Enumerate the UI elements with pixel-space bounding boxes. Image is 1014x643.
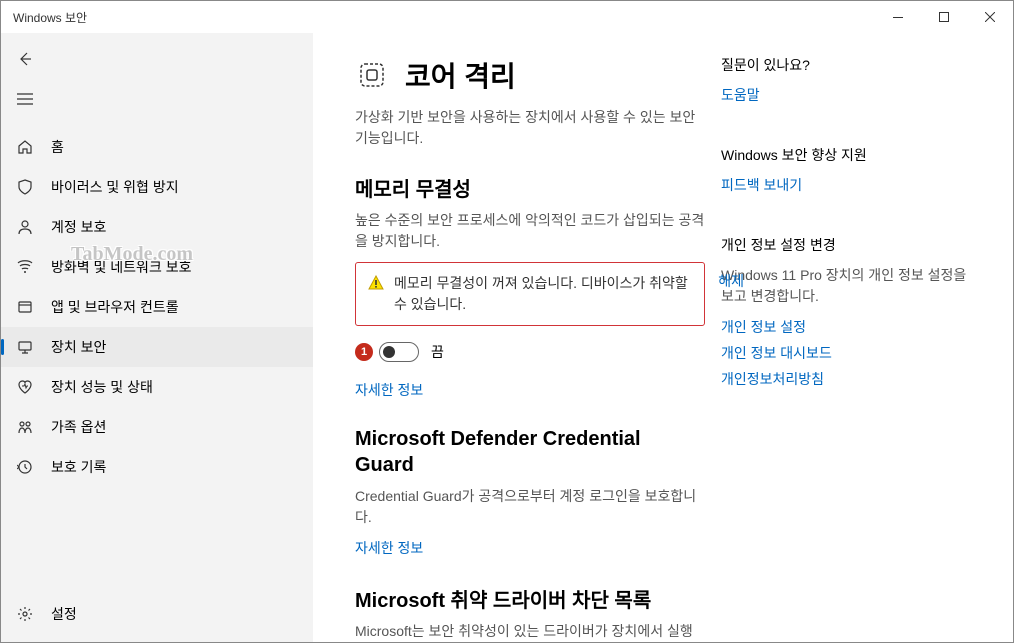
warning-box: 메모리 무결성이 꺼져 있습니다. 디바이스가 취약할 수 있습니다. 해제	[355, 262, 705, 326]
history-icon	[15, 457, 35, 477]
dismiss-link[interactable]: 해제	[718, 271, 744, 291]
nav-device-health[interactable]: 장치 성능 및 상태	[1, 367, 313, 407]
nav-label: 장치 보안	[51, 337, 106, 357]
warning-text: 메모리 무결성이 꺼져 있습니다. 디바이스가 취약할 수 있습니다.	[394, 273, 692, 315]
nav-label: 장치 성능 및 상태	[51, 377, 153, 397]
memory-integrity-title: 메모리 무결성	[355, 173, 705, 202]
window-title: Windows 보안	[13, 9, 87, 26]
back-button[interactable]	[5, 41, 45, 77]
aside-questions: 질문이 있나요? 도움말	[721, 55, 971, 105]
memory-integrity-description: 높은 수준의 보안 프로세스에 악의적인 코드가 삽입되는 공격을 방지합니다.	[355, 210, 705, 252]
credential-guard-more-info-link[interactable]: 자세한 정보	[355, 538, 705, 558]
privacy-settings-link[interactable]: 개인 정보 설정	[721, 317, 971, 337]
device-security-icon	[15, 337, 35, 357]
content-main: 코어 격리 가상화 기반 보안을 사용하는 장치에서 사용할 수 있는 보안 기…	[355, 55, 705, 642]
nav-device-security[interactable]: 장치 보안	[1, 327, 313, 367]
nav-label: 보호 기록	[51, 457, 106, 477]
nav-account[interactable]: 계정 보호	[1, 207, 313, 247]
hamburger-button[interactable]	[5, 81, 45, 117]
aside-support-title: Windows 보안 향상 지원	[721, 145, 971, 165]
nav-home[interactable]: 홈	[1, 127, 313, 167]
nav-label: 설정	[51, 604, 77, 624]
nav-firewall[interactable]: 방화벽 및 네트워크 보호	[1, 247, 313, 287]
gear-icon	[15, 604, 35, 624]
memory-integrity-toggle[interactable]	[379, 342, 419, 362]
toggle-row: 1 끔	[355, 342, 705, 362]
nav-label: 홈	[51, 137, 64, 157]
memory-integrity-more-info-link[interactable]: 자세한 정보	[355, 380, 705, 400]
close-button[interactable]	[967, 1, 1013, 33]
aside-privacy: 개인 정보 설정 변경 Windows 11 Pro 장치의 개인 정보 설정을…	[721, 235, 971, 389]
toggle-label: 끔	[431, 342, 444, 362]
nav-label: 가족 옵션	[51, 417, 106, 437]
driver-blocklist-title: Microsoft 취약 드라이버 차단 목록	[355, 584, 705, 613]
toggle-knob	[383, 346, 395, 358]
page-title: 코어 격리	[405, 55, 516, 95]
nav-virus[interactable]: 바이러스 및 위협 방지	[1, 167, 313, 207]
nav-label: 앱 및 브라우저 컨트롤	[51, 297, 179, 317]
privacy-dashboard-link[interactable]: 개인 정보 대시보드	[721, 343, 971, 363]
shield-icon	[15, 177, 35, 197]
titlebar-controls	[875, 1, 1013, 33]
nav-protection-history[interactable]: 보호 기록	[1, 447, 313, 487]
driver-blocklist-description: Microsoft는 보안 취약성이 있는 드라이버가 장치에서 실행되는 것을…	[355, 621, 705, 642]
help-link[interactable]: 도움말	[721, 85, 971, 105]
credential-guard-title: Microsoft Defender Credential Guard	[355, 426, 705, 478]
aside-privacy-title: 개인 정보 설정 변경	[721, 235, 971, 255]
core-isolation-icon	[355, 58, 389, 92]
content: 코어 격리 가상화 기반 보안을 사용하는 장치에서 사용할 수 있는 보안 기…	[313, 33, 1013, 642]
annotation-badge: 1	[355, 343, 373, 361]
nav-family[interactable]: 가족 옵션	[1, 407, 313, 447]
nav-label: 바이러스 및 위협 방지	[51, 177, 179, 197]
heart-icon	[15, 377, 35, 397]
content-aside: 질문이 있나요? 도움말 Windows 보안 향상 지원 피드백 보내기 개인…	[721, 55, 971, 642]
credential-guard-description: Credential Guard가 공격으로부터 계정 로그인을 보호합니다.	[355, 486, 705, 528]
nav-settings[interactable]: 설정	[1, 594, 313, 634]
nav-label: 계정 보호	[51, 217, 106, 237]
feedback-link[interactable]: 피드백 보내기	[721, 175, 971, 195]
page-header: 코어 격리	[355, 55, 705, 95]
privacy-statement-link[interactable]: 개인정보처리방침	[721, 369, 971, 389]
nav-app-browser[interactable]: 앱 및 브라우저 컨트롤	[1, 287, 313, 327]
minimize-button[interactable]	[875, 1, 921, 33]
maximize-button[interactable]	[921, 1, 967, 33]
network-icon	[15, 257, 35, 277]
sidebar: 홈 바이러스 및 위협 방지 계정 보호 방화벽 및 네트워크 보호 앱 및 브	[1, 33, 313, 642]
aside-support: Windows 보안 향상 지원 피드백 보내기	[721, 145, 971, 195]
warning-icon	[368, 275, 384, 291]
home-icon	[15, 137, 35, 157]
aside-privacy-description: Windows 11 Pro 장치의 개인 정보 설정을 보고 변경합니다.	[721, 265, 971, 307]
family-icon	[15, 417, 35, 437]
person-icon	[15, 217, 35, 237]
page-description: 가상화 기반 보안을 사용하는 장치에서 사용할 수 있는 보안 기능입니다.	[355, 107, 705, 149]
aside-questions-title: 질문이 있나요?	[721, 55, 971, 75]
titlebar: Windows 보안	[1, 1, 1013, 33]
nav-label: 방화벽 및 네트워크 보호	[51, 257, 191, 277]
app-icon	[15, 297, 35, 317]
